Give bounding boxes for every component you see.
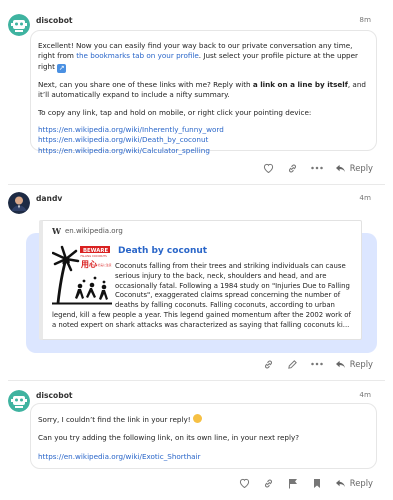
- paragraph: Next, can you share one of these links w…: [38, 80, 369, 101]
- reply-label: Reply: [349, 478, 373, 488]
- reply-icon: [335, 164, 345, 172]
- post-divider: [8, 380, 385, 381]
- onebox-summary: Coconuts falling from their trees and st…: [52, 262, 356, 331]
- dandv-avatar[interactable]: [8, 192, 30, 214]
- post-divider: [8, 184, 385, 185]
- bold-text: a link on a line by itself: [252, 79, 348, 89]
- wikipedia-icon: W: [52, 227, 61, 236]
- wikipedia-link[interactable]: https://en.wikipedia.org/wiki/Death_by_c…: [38, 135, 208, 144]
- more-icon[interactable]: [311, 358, 323, 370]
- post-time[interactable]: 4m: [359, 390, 371, 400]
- post-username[interactable]: dandv: [36, 193, 62, 204]
- link-icon[interactable]: [287, 162, 299, 174]
- sign-subtext: FALLING COCONUTS: [81, 254, 108, 258]
- reply-icon: [335, 479, 345, 487]
- text: Sorry, I couldn’t find the link in your …: [38, 415, 193, 424]
- edit-pencil-icon[interactable]: [287, 358, 299, 370]
- reply-button[interactable]: Reply: [335, 477, 373, 489]
- link-icon[interactable]: [263, 358, 275, 370]
- text: Next, can you share one of these links w…: [38, 79, 253, 89]
- post-actions: Reply: [239, 477, 373, 489]
- post-time[interactable]: 4m: [359, 193, 371, 203]
- wikipedia-link[interactable]: https://en.wikipedia.org/wiki/Calculator…: [38, 146, 210, 155]
- heart-icon[interactable]: [263, 162, 275, 174]
- paragraph: Excellent! Now you can easily find your …: [38, 41, 369, 73]
- discobot-avatar[interactable]: [8, 14, 30, 36]
- link-preview-card[interactable]: W en.wikipedia.org BEWARE FALLING COCONU…: [39, 220, 362, 340]
- heart-icon[interactable]: [239, 477, 251, 489]
- wikipedia-link[interactable]: https://en.wikipedia.org/wiki/Inherently…: [38, 125, 224, 134]
- wikipedia-link[interactable]: https://en.wikipedia.org/wiki/Exotic_Sho…: [38, 452, 201, 461]
- paragraph: Sorry, I couldn’t find the link in your …: [38, 414, 369, 425]
- post-username[interactable]: discobot: [36, 390, 73, 401]
- onebox-title-link[interactable]: Death by coconut: [118, 245, 207, 258]
- bookmark-icon[interactable]: [311, 477, 323, 489]
- link-list: https://en.wikipedia.org/wiki/Inherently…: [38, 125, 369, 156]
- post-username[interactable]: discobot: [36, 15, 73, 26]
- post-body: Excellent! Now you can easily find your …: [30, 30, 377, 155]
- link-icon[interactable]: [263, 477, 275, 489]
- worried-face-icon: [192, 414, 202, 423]
- onebox-host[interactable]: en.wikipedia.org: [65, 226, 123, 236]
- more-icon[interactable]: [311, 162, 323, 174]
- discobot-avatar[interactable]: [8, 390, 30, 412]
- reply-label: Reply: [349, 163, 373, 173]
- paragraph: Can you try adding the following link, o…: [38, 433, 300, 443]
- arrow-up-right-icon: ↗: [57, 63, 67, 73]
- sign-text: BEWARE: [83, 248, 108, 254]
- reply-button[interactable]: Reply: [335, 358, 373, 370]
- svg-text:W: W: [52, 227, 61, 236]
- flag-icon[interactable]: [287, 477, 299, 489]
- post-actions: Reply: [263, 162, 373, 174]
- post-actions: Reply: [263, 358, 373, 370]
- paragraph: To copy any link, tap and hold on mobile…: [38, 107, 312, 117]
- reply-button[interactable]: Reply: [335, 162, 373, 174]
- reply-icon: [335, 360, 345, 368]
- post-body: Sorry, I couldn’t find the link in your …: [30, 403, 377, 469]
- post-time[interactable]: 8m: [359, 15, 371, 25]
- bookmarks-tab-link[interactable]: the bookmarks tab on your profile: [76, 51, 199, 60]
- reply-label: Reply: [349, 359, 373, 369]
- onebox-source: W en.wikipedia.org: [52, 226, 123, 236]
